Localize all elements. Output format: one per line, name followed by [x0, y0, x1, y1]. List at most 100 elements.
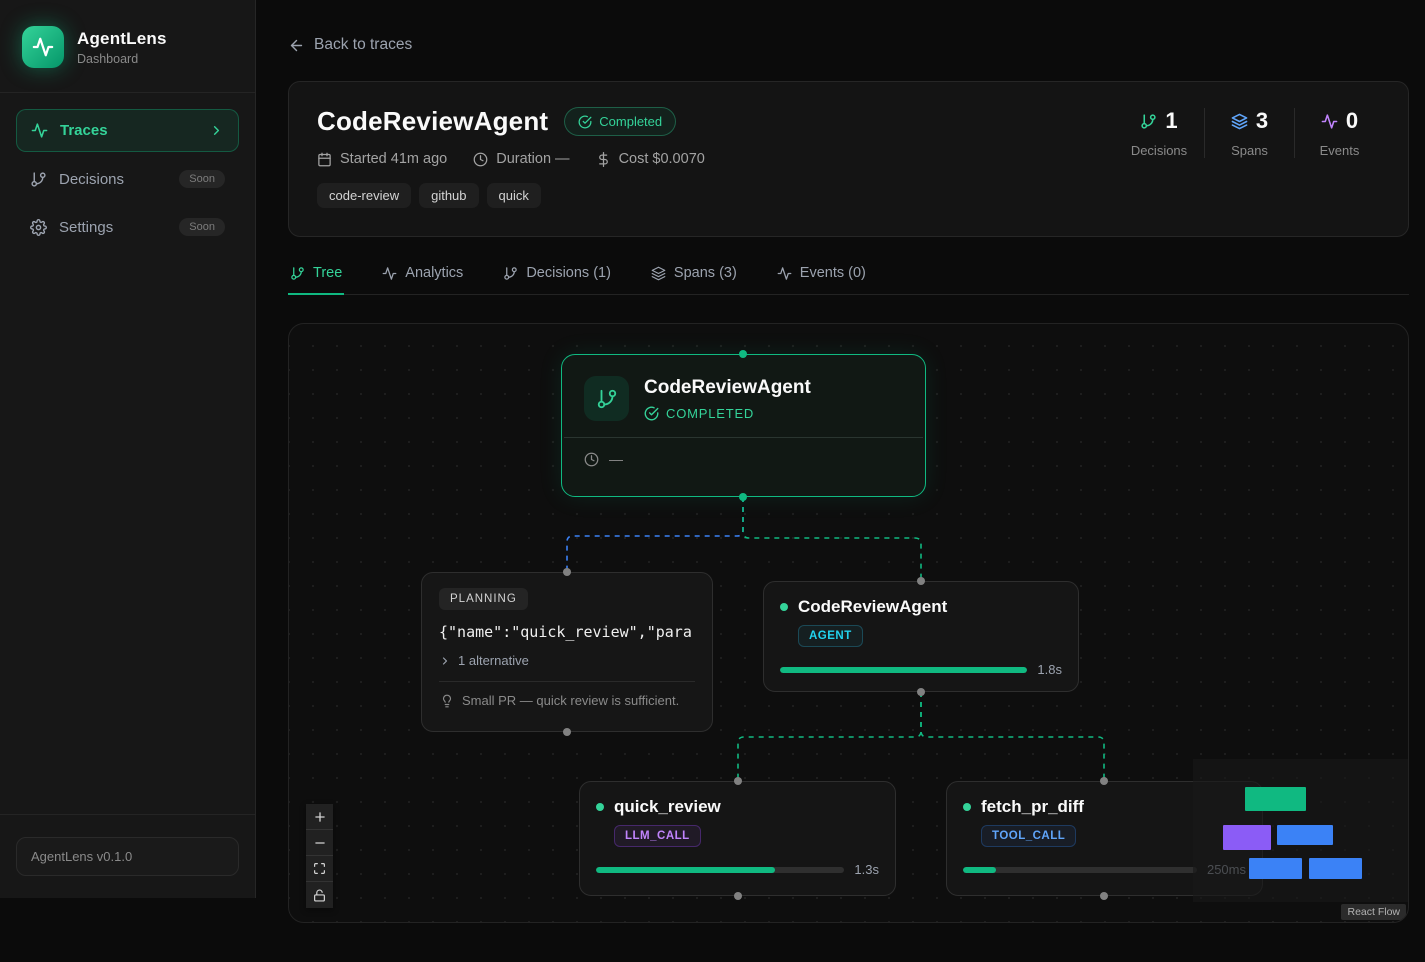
- node-span-llm[interactable]: quick_review LLM_CALL 1.3s: [579, 781, 896, 896]
- sidebar-item-decisions[interactable]: Decisions Soon: [16, 158, 239, 200]
- status-dot: [963, 803, 971, 811]
- app-root: AgentLens Dashboard Traces Decisions Soo…: [0, 0, 1425, 962]
- handle-agent-bottom: [917, 688, 925, 696]
- started-label: Started 41m ago: [340, 151, 447, 167]
- plus-icon: [313, 810, 327, 824]
- node-span-agent[interactable]: CodeReviewAgent AGENT 1.8s: [763, 581, 1079, 692]
- stat-value: 1: [1165, 108, 1177, 134]
- tab-spans[interactable]: Spans (3): [649, 265, 739, 294]
- status-label: Completed: [599, 114, 662, 129]
- stat-label: Spans: [1205, 143, 1294, 158]
- clock-icon: [584, 452, 599, 467]
- alternatives-label: 1 alternative: [458, 653, 529, 668]
- back-label: Back to traces: [314, 36, 412, 54]
- node-title: quick_review: [614, 797, 721, 817]
- trace-header-card: CodeReviewAgent Completed Started 41m ag…: [288, 81, 1409, 237]
- zoom-in-button[interactable]: [306, 804, 333, 830]
- git-branch-icon: [503, 266, 518, 281]
- handle-root-top: [739, 350, 747, 358]
- sidebar-item-label: Traces: [60, 122, 108, 139]
- handle-llm-top: [734, 777, 742, 785]
- node-decision-planning[interactable]: PLANNING {"name":"quick_review","para...…: [421, 572, 713, 732]
- duration-bar: [780, 667, 1027, 673]
- started-meta: Started 41m ago: [317, 151, 447, 167]
- trace-title: CodeReviewAgent: [317, 106, 548, 137]
- handle-agent-top: [917, 577, 925, 585]
- zoom-out-button[interactable]: [306, 830, 333, 856]
- maximize-icon: [313, 862, 326, 875]
- sidebar-item-label: Decisions: [59, 171, 124, 188]
- alternatives-toggle[interactable]: 1 alternative: [439, 653, 695, 668]
- app-logo: [22, 26, 64, 68]
- node-status: COMPLETED: [666, 406, 754, 421]
- brand: AgentLens Dashboard: [0, 0, 255, 93]
- minus-icon: [313, 836, 327, 850]
- layers-icon: [1231, 113, 1248, 130]
- handle-tool-bottom: [1100, 892, 1108, 900]
- tab-analytics[interactable]: Analytics: [380, 265, 465, 294]
- activity-icon: [31, 122, 48, 139]
- layers-icon: [651, 266, 666, 281]
- dollar-icon: [596, 152, 611, 167]
- stat-spans: 3 Spans: [1204, 108, 1294, 158]
- arrow-left-icon: [288, 37, 305, 54]
- edge-agent-to-llm: [738, 692, 921, 781]
- duration-bar-fill: [963, 867, 996, 873]
- duration-label: Duration —: [496, 151, 569, 167]
- sidebar-footer: AgentLens v0.1.0: [0, 814, 255, 898]
- edge-root-to-agent: [743, 497, 921, 581]
- tab-label: Spans (3): [674, 265, 737, 281]
- git-branch-icon: [1140, 113, 1157, 130]
- edge-agent-to-tool: [921, 692, 1104, 781]
- soon-badge: Soon: [179, 170, 225, 188]
- lock-toggle-button[interactable]: [306, 882, 333, 908]
- tab-events[interactable]: Events (0): [775, 265, 868, 294]
- fit-view-button[interactable]: [306, 856, 333, 882]
- sidebar-item-settings[interactable]: Settings Soon: [16, 206, 239, 248]
- sidebar-nav: Traces Decisions Soon Settings Soon: [0, 93, 255, 270]
- tab-tree[interactable]: Tree: [288, 265, 344, 294]
- cost-meta: Cost $0.0070: [596, 151, 705, 167]
- check-circle-icon: [644, 406, 659, 421]
- node-title: fetch_pr_diff: [981, 797, 1084, 817]
- minimap-node-agent: [1277, 825, 1333, 845]
- status-dot: [780, 603, 788, 611]
- cost-label: Cost $0.0070: [619, 151, 705, 167]
- minimap-node-llm: [1249, 858, 1302, 879]
- tab-decisions[interactable]: Decisions (1): [501, 265, 613, 294]
- node-duration: —: [609, 451, 623, 467]
- git-branch-icon: [290, 266, 305, 281]
- stat-decisions: 1 Decisions: [1114, 108, 1204, 158]
- tag: quick: [487, 183, 541, 208]
- activity-icon: [382, 266, 397, 281]
- stat-value: 3: [1256, 108, 1268, 134]
- sidebar: AgentLens Dashboard Traces Decisions Soo…: [0, 0, 256, 898]
- stat-value: 0: [1346, 108, 1358, 134]
- decision-reason: Small PR — quick review is sufficient.: [462, 693, 679, 708]
- chevron-right-icon: [209, 123, 224, 138]
- edge-root-to-decision: [567, 497, 743, 572]
- brand-subtitle: Dashboard: [77, 52, 167, 66]
- minimap-node-decision: [1223, 825, 1271, 850]
- tab-label: Events (0): [800, 265, 866, 281]
- flow-canvas[interactable]: CodeReviewAgent COMPLETED —: [288, 323, 1409, 923]
- duration-meta: Duration —: [473, 151, 569, 167]
- duration-bar-fill: [780, 667, 1027, 673]
- back-to-traces-link[interactable]: Back to traces: [288, 36, 412, 54]
- stat-label: Decisions: [1114, 143, 1204, 158]
- duration-bar: [596, 867, 844, 873]
- chevron-right-icon: [439, 655, 451, 667]
- span-type-badge: LLM_CALL: [614, 825, 701, 847]
- check-circle-icon: [578, 115, 592, 129]
- node-root-agent[interactable]: CodeReviewAgent COMPLETED —: [561, 354, 926, 497]
- duration-label: 1.3s: [854, 862, 879, 877]
- sidebar-item-traces[interactable]: Traces: [16, 109, 239, 152]
- flow-minimap[interactable]: [1193, 759, 1409, 902]
- stat-label: Events: [1295, 143, 1384, 158]
- react-flow-attribution[interactable]: React Flow: [1341, 904, 1406, 920]
- minimap-node-tool: [1309, 858, 1362, 879]
- span-type-badge: TOOL_CALL: [981, 825, 1076, 847]
- handle-tool-top: [1100, 777, 1108, 785]
- git-branch-icon: [584, 376, 629, 421]
- tag: code-review: [317, 183, 411, 208]
